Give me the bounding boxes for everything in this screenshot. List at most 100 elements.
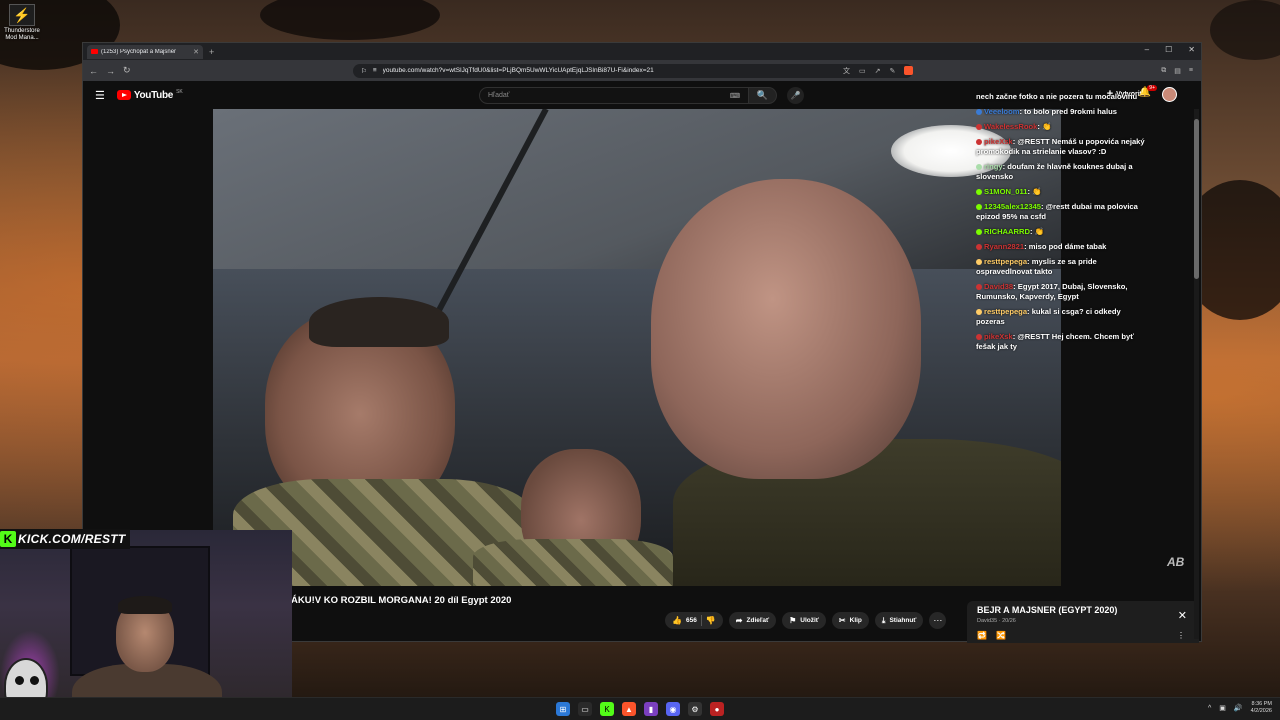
close-playlist-icon[interactable]: ✕	[1178, 609, 1187, 622]
translate-icon[interactable]: 文	[843, 66, 850, 76]
clock[interactable]: 8:36 PM 4/2/2026	[1251, 701, 1272, 715]
share-icon[interactable]: ↗	[875, 67, 881, 75]
discord-icon[interactable]: ◉	[666, 702, 680, 716]
video-person-middle-body	[473, 539, 673, 586]
chat-username: pikeXsk	[984, 332, 1013, 341]
hamburger-menu-icon[interactable]: ☰	[95, 89, 105, 102]
tray-chevron-icon[interactable]: ^	[1208, 705, 1211, 712]
brave-shield-icon[interactable]	[904, 66, 914, 75]
playlist-more-icon[interactable]: ⋮	[1177, 631, 1185, 640]
chat-badge-icon	[976, 204, 982, 210]
browser-tab[interactable]: (1253) Psychopat a Majsner ✕	[87, 44, 203, 59]
download-label: Stiahnuť	[889, 617, 917, 624]
chat-badge-icon	[976, 309, 982, 315]
chat-username: Ryann2821	[984, 242, 1025, 251]
download-button[interactable]: ⤓ Stiahnuť	[874, 612, 924, 629]
chat-text: nech začne fotko a nie pozera tu mocalov…	[976, 92, 1138, 101]
keyboard-icon[interactable]: ⌨	[730, 92, 740, 100]
clock-date: 4/2/2026	[1250, 708, 1272, 714]
desktop-icon-label: Thunderstore Mod Mana...	[4, 28, 40, 41]
url-field[interactable]: ⚐ ≡ youtube.com/watch?v=wtSlJqTfdU0&list…	[353, 63, 913, 78]
video-actions: 👍 656 👎 ➦ Zdieľať ⚑ Uložiť ✂ Klip ⤓ Stia…	[665, 612, 947, 629]
network-icon[interactable]: ▣	[1219, 704, 1226, 712]
chat-badge-icon	[976, 139, 982, 145]
chat-message: pikeXsk: @RESTT Nemáš u popovića nejaký …	[976, 137, 1146, 157]
chat-badge-icon	[976, 334, 982, 340]
chat-username: S1MON_011	[984, 187, 1028, 196]
shuffle-icon[interactable]: 🔀	[996, 631, 1006, 640]
playlist-title[interactable]: BEJR A MAJSNER (EGYPT 2020)	[977, 605, 1189, 615]
chat-message: RICHAARRD: 👏	[976, 227, 1146, 237]
chat-badge-icon	[976, 109, 982, 115]
playlist-controls: 🔁 🔀	[977, 631, 1006, 640]
scissors-icon: ✂	[838, 616, 846, 625]
windows-start-icon[interactable]: ⊞	[556, 702, 570, 716]
wallet-icon[interactable]: ▤	[1174, 67, 1181, 75]
palm-silhouette	[1210, 0, 1280, 60]
search-button[interactable]: 🔍	[749, 87, 777, 104]
file-explorer-icon[interactable]: ▭	[578, 702, 592, 716]
streamer-hair	[118, 596, 172, 614]
close-window-icon[interactable]: ✕	[1188, 45, 1195, 54]
video-player[interactable]	[213, 109, 1061, 586]
loop-icon[interactable]: 🔁	[977, 631, 987, 640]
chat-message: 12345alex12345: @restt dubai ma polovica…	[976, 202, 1146, 222]
clip-label: Klip	[849, 617, 862, 624]
save-button[interactable]: ⚑ Uložiť	[782, 612, 826, 629]
bookmark-icon[interactable]: ⚐	[361, 67, 367, 75]
chat-badge-icon	[976, 124, 982, 130]
search-icon: 🔍	[756, 90, 769, 100]
maximize-icon[interactable]: ☐	[1165, 45, 1172, 54]
share-label: Zdieľať	[746, 617, 770, 624]
share-button[interactable]: ➦ Zdieľať	[728, 612, 777, 629]
playlist-subtitle: David35 · 20/26	[977, 618, 1016, 624]
chat-text: 👏	[1041, 122, 1052, 131]
mascot-eye	[30, 676, 39, 685]
twitch-icon[interactable]: ▮	[644, 702, 658, 716]
voice-search-button[interactable]: 🎤	[787, 87, 804, 104]
scrollbar-thumb[interactable]	[1194, 119, 1199, 279]
search-input[interactable]: Hľadať ⌨	[479, 87, 749, 104]
taskbar: ⊞ ▭ K ▲ ▮ ◉ ⚙ ● ^ ▣ 🔊 8:36 PM 4/2/2026	[0, 697, 1280, 720]
steam-icon[interactable]: ⚙	[688, 702, 702, 716]
reload-icon[interactable]: ↻	[123, 65, 131, 76]
extensions-icon[interactable]: ✎	[890, 67, 896, 75]
notifications-badge: 9+	[1147, 85, 1157, 91]
back-icon[interactable]: ←	[89, 66, 98, 76]
cast-icon[interactable]: ▭	[859, 67, 866, 75]
puzzle-icon[interactable]: ⧉	[1161, 67, 1166, 75]
more-actions-button[interactable]: ⋯	[929, 612, 947, 629]
chat-username: resttpepega	[984, 257, 1028, 266]
chat-badge-icon	[976, 259, 982, 265]
app-pin-icon[interactable]: ●	[710, 702, 724, 716]
tab-title: (1253) Psychopat a Majsner	[101, 48, 177, 55]
brave-browser-icon[interactable]: ▲	[622, 702, 636, 716]
close-tab-icon[interactable]: ✕	[193, 48, 199, 56]
bookmark-save-icon: ⚑	[789, 616, 797, 625]
streamer-watermark-icon: AB	[1167, 555, 1185, 569]
youtube-logo[interactable]: YouTube SK	[116, 89, 183, 101]
kick-banner: K KICK.COM/RESTT	[0, 529, 130, 549]
new-tab-button[interactable]: +	[209, 47, 214, 57]
like-dislike-button[interactable]: 👍 656 👎	[665, 612, 723, 629]
kick-app-icon[interactable]: K	[600, 702, 614, 716]
volume-icon[interactable]: 🔊	[1234, 704, 1243, 712]
chat-message: ringy: doufam že hlavně kouknes dubaj a …	[976, 162, 1146, 182]
thumbs-up-icon[interactable]: 👍	[672, 616, 682, 625]
account-avatar[interactable]	[1162, 87, 1177, 102]
site-info-icon[interactable]: ≡	[373, 67, 377, 74]
thumbs-down-icon[interactable]: 👎	[706, 616, 716, 625]
clip-button[interactable]: ✂ Klip	[831, 612, 869, 629]
chat-badge-icon	[976, 244, 982, 250]
chat-badge-icon	[976, 284, 982, 290]
forward-icon[interactable]: →	[106, 66, 115, 76]
desktop-icon-thunderstore[interactable]: ⚡ Thunderstore Mod Mana...	[2, 4, 42, 42]
page-scrollbar[interactable]	[1194, 109, 1199, 639]
chat-username: ringy	[984, 162, 1003, 171]
chat-username: pikeXsk	[984, 137, 1013, 146]
minimize-icon[interactable]: –	[1145, 45, 1149, 54]
save-label: Uložiť	[800, 617, 819, 624]
menu-icon[interactable]: ≡	[1189, 67, 1193, 75]
chat-username: Veeeloom	[984, 107, 1020, 116]
chat-message: pikeXsk: @RESTT Hej chcem. Chcem byť feš…	[976, 332, 1146, 352]
